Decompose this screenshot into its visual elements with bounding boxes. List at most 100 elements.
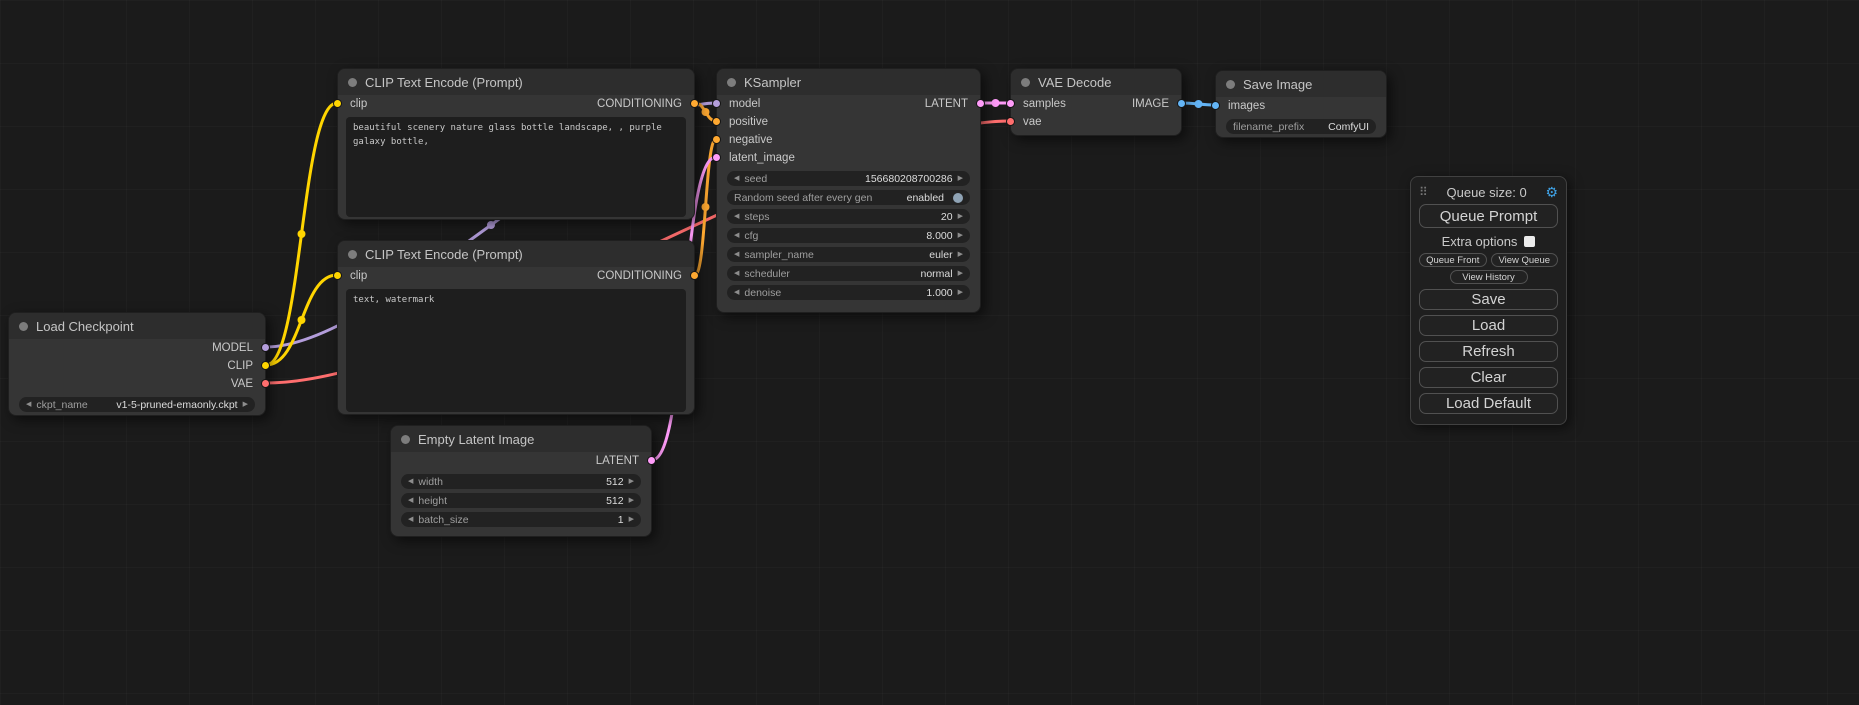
input-slot-samples[interactable] [1006,99,1015,108]
queue-panel[interactable]: ⠿ Queue size: 0 ⚙ Queue Prompt Extra opt… [1410,176,1567,425]
toggle-knob-icon[interactable] [953,193,963,203]
clear-button[interactable]: Clear [1419,367,1558,388]
input-slot-negative[interactable] [712,135,721,144]
widget-seed[interactable]: ◀ seed 156680208700286 ▶ [727,171,970,186]
widget-denoise[interactable]: ◀ denoise 1.000 ▶ [727,285,970,300]
widget-batch-size[interactable]: ◀ batch_size 1 ▶ [401,512,641,527]
widget-scheduler[interactable]: ◀ scheduler normal ▶ [727,266,970,281]
node-clip-text-encode-positive[interactable]: CLIP Text Encode (Prompt) clip CONDITION… [337,68,695,220]
node-title-bar[interactable]: CLIP Text Encode (Prompt) [338,241,694,267]
input-slot-label-images: images [1228,100,1265,112]
input-slot-label-samples: samples [1023,98,1066,110]
increment-arrow-icon[interactable]: ▶ [629,478,634,485]
node-graph-canvas[interactable]: Load Checkpoint MODEL CLIP VAE ◀ ckpt_na… [0,0,1859,705]
widget-random-seed-toggle[interactable]: Random seed after every gen enabled [727,190,970,205]
decrement-arrow-icon[interactable]: ◀ [734,175,739,182]
node-load-checkpoint[interactable]: Load Checkpoint MODEL CLIP VAE ◀ ckpt_na… [8,312,266,416]
input-slot-label-clip: clip [350,270,367,282]
input-slot-clip[interactable] [333,271,342,280]
load-default-button[interactable]: Load Default [1419,393,1558,414]
view-history-button[interactable]: View History [1450,270,1528,284]
node-title-label: VAE Decode [1038,75,1111,90]
settings-gear-icon[interactable]: ⚙ [1545,184,1558,201]
increment-arrow-icon[interactable]: ▶ [958,289,963,296]
input-slot-images[interactable] [1211,101,1220,110]
increment-arrow-icon[interactable]: ▶ [629,516,634,523]
widget-filename-prefix[interactable]: filename_prefix ComfyUI [1226,119,1376,134]
next-value-arrow-icon[interactable]: ▶ [958,251,963,258]
output-slot-vae[interactable] [261,379,270,388]
collapse-dot-icon[interactable] [19,322,28,331]
collapse-dot-icon[interactable] [1226,80,1235,89]
widget-ckpt-name[interactable]: ◀ ckpt_name v1-5-pruned-emaonly.ckpt ▶ [19,397,255,412]
widget-value: normal [921,268,953,280]
extra-options-checkbox[interactable] [1524,236,1535,247]
decrement-arrow-icon[interactable]: ◀ [408,478,413,485]
decrement-arrow-icon[interactable]: ◀ [734,232,739,239]
increment-arrow-icon[interactable]: ▶ [629,497,634,504]
collapse-dot-icon[interactable] [348,78,357,87]
node-title-bar[interactable]: CLIP Text Encode (Prompt) [338,69,694,95]
widget-steps[interactable]: ◀ steps 20 ▶ [727,209,970,224]
node-title-bar[interactable]: Load Checkpoint [9,313,265,339]
collapse-dot-icon[interactable] [401,435,410,444]
increment-arrow-icon[interactable]: ▶ [958,175,963,182]
output-slot-image[interactable] [1177,99,1186,108]
output-slot-latent[interactable] [976,99,985,108]
node-title-label: CLIP Text Encode (Prompt) [365,247,523,262]
drag-handle-icon[interactable]: ⠿ [1419,185,1428,199]
increment-arrow-icon[interactable]: ▶ [958,232,963,239]
prev-value-arrow-icon[interactable]: ◀ [734,270,739,277]
wire-midpoint-dot [992,99,1000,107]
output-slot-latent[interactable] [647,456,656,465]
wire-midpoint-dot [702,203,710,211]
input-slot-model[interactable] [712,99,721,108]
widget-value: 156680208700286 [865,173,953,185]
widget-sampler-name[interactable]: ◀ sampler_name euler ▶ [727,247,970,262]
node-title-bar[interactable]: Save Image [1216,71,1386,97]
collapse-dot-icon[interactable] [727,78,736,87]
input-slot-clip[interactable] [333,99,342,108]
node-title-bar[interactable]: VAE Decode [1011,69,1181,95]
decrement-arrow-icon[interactable]: ◀ [734,213,739,220]
output-slot-clip[interactable] [261,361,270,370]
node-title-bar[interactable]: Empty Latent Image [391,426,651,452]
load-button[interactable]: Load [1419,315,1558,336]
widget-label: width [418,476,443,488]
node-title-label: KSampler [744,75,801,90]
next-value-arrow-icon[interactable]: ▶ [243,401,248,408]
input-slot-latent-image[interactable] [712,153,721,162]
node-clip-text-encode-negative[interactable]: CLIP Text Encode (Prompt) clip CONDITION… [337,240,695,415]
prev-value-arrow-icon[interactable]: ◀ [734,251,739,258]
widget-width[interactable]: ◀ width 512 ▶ [401,474,641,489]
decrement-arrow-icon[interactable]: ◀ [734,289,739,296]
queue-front-button[interactable]: Queue Front [1419,253,1487,267]
queue-prompt-button[interactable]: Queue Prompt [1419,204,1558,228]
widget-height[interactable]: ◀ height 512 ▶ [401,493,641,508]
node-empty-latent-image[interactable]: Empty Latent Image LATENT ◀ width 512 ▶ … [390,425,652,537]
save-button[interactable]: Save [1419,289,1558,310]
widget-cfg[interactable]: ◀ cfg 8.000 ▶ [727,228,970,243]
widget-label: steps [744,211,769,223]
output-slot-model[interactable] [261,343,270,352]
node-ksampler[interactable]: KSampler model LATENT positive negative … [716,68,981,313]
output-slot-conditioning[interactable] [690,99,699,108]
next-value-arrow-icon[interactable]: ▶ [958,270,963,277]
prompt-textarea[interactable]: text, watermark [346,289,686,412]
output-slot-conditioning[interactable] [690,271,699,280]
node-title-bar[interactable]: KSampler [717,69,980,95]
collapse-dot-icon[interactable] [1021,78,1030,87]
view-queue-button[interactable]: View Queue [1491,253,1559,267]
input-slot-vae[interactable] [1006,117,1015,126]
prompt-textarea[interactable]: beautiful scenery nature glass bottle la… [346,117,686,217]
node-save-image[interactable]: Save Image images filename_prefix ComfyU… [1215,70,1387,138]
prev-value-arrow-icon[interactable]: ◀ [26,401,31,408]
decrement-arrow-icon[interactable]: ◀ [408,497,413,504]
output-slot-label-latent: LATENT [925,98,968,110]
node-vae-decode[interactable]: VAE Decode samples IMAGE vae [1010,68,1182,136]
increment-arrow-icon[interactable]: ▶ [958,213,963,220]
decrement-arrow-icon[interactable]: ◀ [408,516,413,523]
refresh-button[interactable]: Refresh [1419,341,1558,362]
input-slot-positive[interactable] [712,117,721,126]
collapse-dot-icon[interactable] [348,250,357,259]
